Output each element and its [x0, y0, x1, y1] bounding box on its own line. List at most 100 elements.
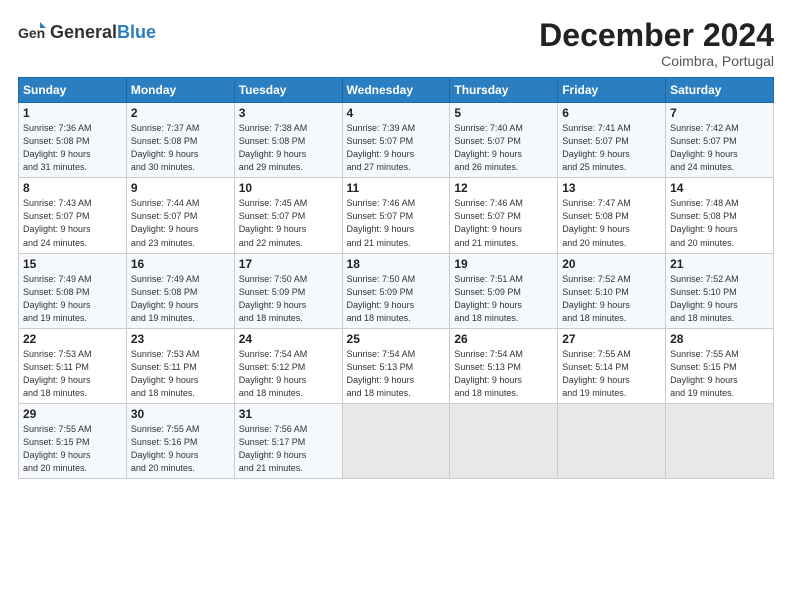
day-info: Sunrise: 7:52 AM Sunset: 5:10 PM Dayligh… — [562, 273, 661, 325]
day-number: 15 — [23, 257, 122, 271]
day-info: Sunrise: 7:53 AM Sunset: 5:11 PM Dayligh… — [131, 348, 230, 400]
day-info: Sunrise: 7:44 AM Sunset: 5:07 PM Dayligh… — [131, 197, 230, 249]
calendar-cell: 16 Sunrise: 7:49 AM Sunset: 5:08 PM Dayli… — [126, 253, 234, 328]
calendar-cell: 13 Sunrise: 7:47 AM Sunset: 5:08 PM Dayli… — [558, 178, 666, 253]
day-number: 9 — [131, 181, 230, 195]
day-info: Sunrise: 7:40 AM Sunset: 5:07 PM Dayligh… — [454, 122, 553, 174]
day-number: 23 — [131, 332, 230, 346]
calendar-cell: 6Sunrise: 7:41 AM Sunset: 5:07 PM Daylig… — [558, 103, 666, 178]
header: General GeneralBlue December 2024 Coimbr… — [18, 18, 774, 69]
calendar-cell: 19 Sunrise: 7:51 AM Sunset: 5:09 PM Dayli… — [450, 253, 558, 328]
day-number: 27 — [562, 332, 661, 346]
day-info: Sunrise: 7:45 AM Sunset: 5:07 PM Dayligh… — [239, 197, 338, 249]
day-info: Sunrise: 7:54 AM Sunset: 5:13 PM Dayligh… — [454, 348, 553, 400]
day-number: 13 — [562, 181, 661, 195]
day-number: 21 — [670, 257, 769, 271]
day-info: Sunrise: 7:38 AM Sunset: 5:08 PM Dayligh… — [239, 122, 338, 174]
day-number: 1 — [23, 106, 122, 120]
calendar-cell: 9 Sunrise: 7:44 AM Sunset: 5:07 PM Daylig… — [126, 178, 234, 253]
calendar-cell: 28 Sunrise: 7:55 AM Sunset: 5:15 PM Dayli… — [666, 328, 774, 403]
day-number: 19 — [454, 257, 553, 271]
day-number: 14 — [670, 181, 769, 195]
day-number: 30 — [131, 407, 230, 421]
day-info: Sunrise: 7:46 AM Sunset: 5:07 PM Dayligh… — [454, 197, 553, 249]
calendar-cell — [342, 403, 450, 478]
calendar-table: SundayMondayTuesdayWednesdayThursdayFrid… — [18, 77, 774, 479]
day-number: 22 — [23, 332, 122, 346]
day-number: 29 — [23, 407, 122, 421]
calendar-cell: 3 Sunrise: 7:38 AM Sunset: 5:08 PM Daylig… — [234, 103, 342, 178]
calendar-cell: 10 Sunrise: 7:45 AM Sunset: 5:07 PM Dayli… — [234, 178, 342, 253]
day-info: Sunrise: 7:39 AM Sunset: 5:07 PM Dayligh… — [347, 122, 446, 174]
day-number: 16 — [131, 257, 230, 271]
weekday-header: Monday — [126, 78, 234, 103]
weekday-header: Saturday — [666, 78, 774, 103]
day-number: 31 — [239, 407, 338, 421]
weekday-header: Friday — [558, 78, 666, 103]
day-number: 3 — [239, 106, 338, 120]
day-number: 11 — [347, 181, 446, 195]
calendar-container: General GeneralBlue December 2024 Coimbr… — [0, 0, 792, 489]
logo: General GeneralBlue — [18, 18, 156, 46]
calendar-header: SundayMondayTuesdayWednesdayThursdayFrid… — [19, 78, 774, 103]
day-info: Sunrise: 7:53 AM Sunset: 5:11 PM Dayligh… — [23, 348, 122, 400]
day-info: Sunrise: 7:36 AM Sunset: 5:08 PM Dayligh… — [23, 122, 122, 174]
logo-icon: General — [18, 18, 46, 46]
calendar-cell: 4 Sunrise: 7:39 AM Sunset: 5:07 PM Daylig… — [342, 103, 450, 178]
day-number: 18 — [347, 257, 446, 271]
day-info: Sunrise: 7:46 AM Sunset: 5:07 PM Dayligh… — [347, 197, 446, 249]
day-info: Sunrise: 7:54 AM Sunset: 5:12 PM Dayligh… — [239, 348, 338, 400]
day-number: 7 — [670, 106, 769, 120]
calendar-cell: 2 Sunrise: 7:37 AM Sunset: 5:08 PM Daylig… — [126, 103, 234, 178]
day-info: Sunrise: 7:52 AM Sunset: 5:10 PM Dayligh… — [670, 273, 769, 325]
day-number: 20 — [562, 257, 661, 271]
calendar-cell: 31 Sunrise: 7:56 AM Sunset: 5:17 PM Dayli… — [234, 403, 342, 478]
day-info: Sunrise: 7:37 AM Sunset: 5:08 PM Dayligh… — [131, 122, 230, 174]
day-info: Sunrise: 7:42 AM Sunset: 5:07 PM Dayligh… — [670, 122, 769, 174]
day-info: Sunrise: 7:54 AM Sunset: 5:13 PM Dayligh… — [347, 348, 446, 400]
day-number: 8 — [23, 181, 122, 195]
day-info: Sunrise: 7:49 AM Sunset: 5:08 PM Dayligh… — [131, 273, 230, 325]
day-number: 26 — [454, 332, 553, 346]
calendar-cell: 20 Sunrise: 7:52 AM Sunset: 5:10 PM Dayli… — [558, 253, 666, 328]
calendar-cell: 5Sunrise: 7:40 AM Sunset: 5:07 PM Daylig… — [450, 103, 558, 178]
title-block: December 2024 Coimbra, Portugal — [539, 18, 774, 69]
day-number: 6 — [562, 106, 661, 120]
day-number: 25 — [347, 332, 446, 346]
location-text: Coimbra, Portugal — [539, 53, 774, 69]
day-info: Sunrise: 7:55 AM Sunset: 5:16 PM Dayligh… — [131, 423, 230, 475]
day-info: Sunrise: 7:55 AM Sunset: 5:15 PM Dayligh… — [670, 348, 769, 400]
calendar-cell — [558, 403, 666, 478]
calendar-cell — [450, 403, 558, 478]
day-number: 2 — [131, 106, 230, 120]
weekday-header: Tuesday — [234, 78, 342, 103]
calendar-cell: 29Sunrise: 7:55 AM Sunset: 5:15 PM Dayli… — [19, 403, 127, 478]
calendar-cell: 30 Sunrise: 7:55 AM Sunset: 5:16 PM Dayli… — [126, 403, 234, 478]
logo-general-text: General — [50, 22, 117, 43]
weekday-header: Sunday — [19, 78, 127, 103]
day-number: 28 — [670, 332, 769, 346]
day-number: 12 — [454, 181, 553, 195]
day-number: 17 — [239, 257, 338, 271]
day-info: Sunrise: 7:55 AM Sunset: 5:14 PM Dayligh… — [562, 348, 661, 400]
calendar-cell: 1 Sunrise: 7:36 AM Sunset: 5:08 PM Daylig… — [19, 103, 127, 178]
day-info: Sunrise: 7:51 AM Sunset: 5:09 PM Dayligh… — [454, 273, 553, 325]
day-number: 4 — [347, 106, 446, 120]
calendar-cell: 17Sunrise: 7:50 AM Sunset: 5:09 PM Dayli… — [234, 253, 342, 328]
day-info: Sunrise: 7:48 AM Sunset: 5:08 PM Dayligh… — [670, 197, 769, 249]
calendar-cell: 25 Sunrise: 7:54 AM Sunset: 5:13 PM Dayli… — [342, 328, 450, 403]
calendar-cell: 7 Sunrise: 7:42 AM Sunset: 5:07 PM Daylig… — [666, 103, 774, 178]
calendar-cell: 15Sunrise: 7:49 AM Sunset: 5:08 PM Dayli… — [19, 253, 127, 328]
calendar-cell: 27 Sunrise: 7:55 AM Sunset: 5:14 PM Dayli… — [558, 328, 666, 403]
day-info: Sunrise: 7:47 AM Sunset: 5:08 PM Dayligh… — [562, 197, 661, 249]
month-title: December 2024 — [539, 18, 774, 53]
calendar-cell: 23 Sunrise: 7:53 AM Sunset: 5:11 PM Dayli… — [126, 328, 234, 403]
weekday-header: Wednesday — [342, 78, 450, 103]
calendar-cell: 12 Sunrise: 7:46 AM Sunset: 5:07 PM Dayli… — [450, 178, 558, 253]
calendar-cell: 8Sunrise: 7:43 AM Sunset: 5:07 PM Daylig… — [19, 178, 127, 253]
calendar-cell: 11 Sunrise: 7:46 AM Sunset: 5:07 PM Dayli… — [342, 178, 450, 253]
calendar-cell: 22 Sunrise: 7:53 AM Sunset: 5:11 PM Dayli… — [19, 328, 127, 403]
day-info: Sunrise: 7:56 AM Sunset: 5:17 PM Dayligh… — [239, 423, 338, 475]
day-number: 10 — [239, 181, 338, 195]
calendar-cell: 26 Sunrise: 7:54 AM Sunset: 5:13 PM Dayli… — [450, 328, 558, 403]
